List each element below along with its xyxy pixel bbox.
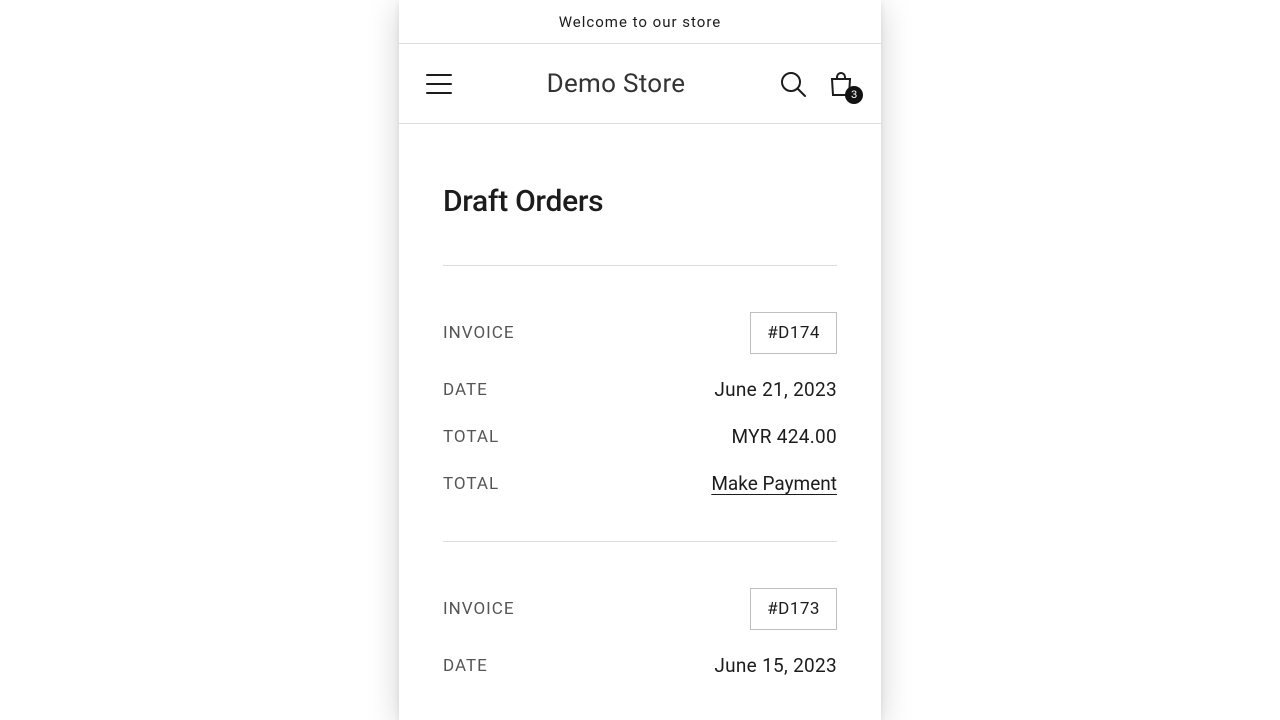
label-date: DATE <box>443 656 488 676</box>
top-bar: Demo Store 3 <box>399 44 881 124</box>
store-title[interactable]: Demo Store <box>547 69 686 99</box>
label-date: DATE <box>443 380 488 400</box>
cart-button[interactable]: 3 <box>821 64 861 104</box>
device-frame: Welcome to our store Demo Store <box>399 0 881 720</box>
value-date: June 15, 2023 <box>714 654 837 677</box>
label-action: TOTAL <box>443 474 499 494</box>
search-button[interactable] <box>773 64 813 104</box>
label-total: TOTAL <box>443 427 499 447</box>
label-invoice: INVOICE <box>443 599 515 619</box>
label-invoice: INVOICE <box>443 323 515 343</box>
invoice-chip[interactable]: #D173 <box>750 588 837 630</box>
make-payment-link[interactable]: Make Payment <box>711 472 837 495</box>
value-date: June 21, 2023 <box>714 378 837 401</box>
order-card: INVOICE #D174 DATE June 21, 2023 TOTAL M… <box>443 265 837 541</box>
value-total: MYR 424.00 <box>731 425 837 448</box>
announcement-bar: Welcome to our store <box>399 0 881 44</box>
order-card: INVOICE #D173 DATE June 15, 2023 <box>443 541 837 720</box>
announcement-text: Welcome to our store <box>559 13 722 31</box>
cart-count-badge: 3 <box>845 86 863 104</box>
menu-button[interactable] <box>419 64 459 104</box>
search-icon <box>780 71 806 97</box>
page-title: Draft Orders <box>443 184 837 219</box>
header-right: 3 <box>773 64 861 104</box>
invoice-chip[interactable]: #D174 <box>750 312 837 354</box>
main-content: Draft Orders INVOICE #D174 DATE June 21,… <box>399 124 881 720</box>
hamburger-icon <box>426 74 452 94</box>
